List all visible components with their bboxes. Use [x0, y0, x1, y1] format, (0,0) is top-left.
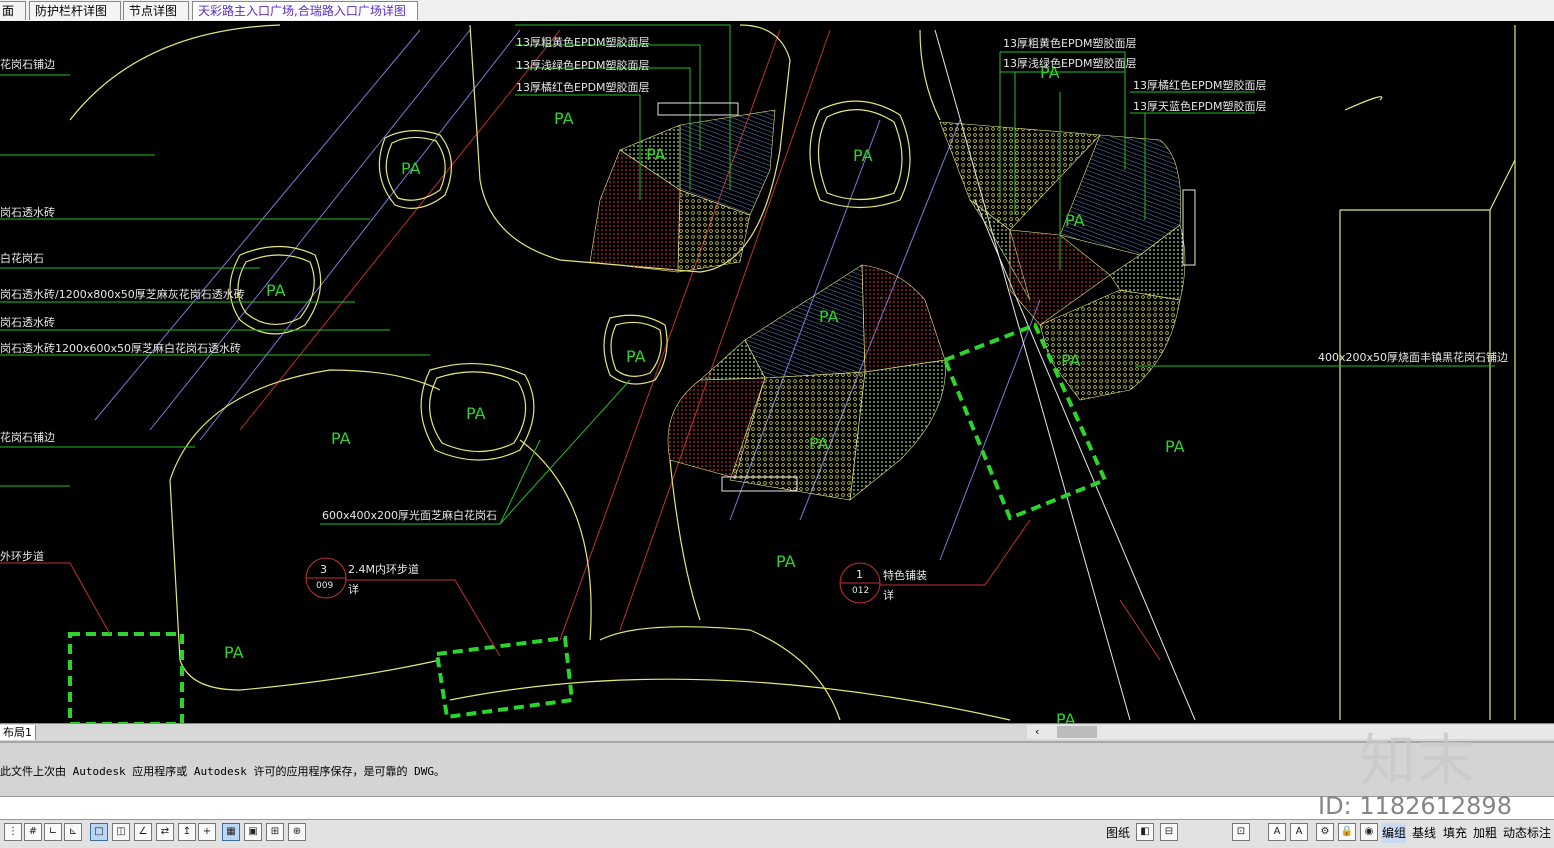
detail-2-title: 特色铺装 [883, 569, 927, 582]
maximize-viewport-icon[interactable]: ⊟ [1160, 823, 1178, 841]
pa-label-8: PA [819, 307, 839, 326]
file-tab-bar: 面图 防护栏杆详图 节点详图 天彩路主入口广场,合瑞路入口广场详图 [0, 0, 1554, 37]
left-label-4: 岗石透水砖/1200x800x50厚芝麻灰花岗石透水砖 [0, 288, 245, 301]
epdm-label-red: 13厚橘红色EPDM塑胶面层 [516, 81, 650, 94]
epdm-label-r-red: 13厚橘红色EPDM塑胶面层 [1133, 79, 1267, 92]
pa-label-12: PA [331, 429, 351, 448]
epdm-label-r-green: 13厚浅绿色EPDM塑胶面层 [1003, 57, 1137, 70]
snap-icon[interactable]: ∟ [44, 823, 62, 841]
grid-icon[interactable]: # [24, 823, 42, 841]
scroll-left-icon[interactable]: ‹ [1035, 725, 1039, 739]
pa-label-11: PA [466, 404, 486, 423]
epdm-label-green: 13厚浅绿色EPDM塑胶面层 [516, 59, 650, 72]
detail-2-sheet: 012 [852, 586, 870, 596]
pa-label-16: PA [224, 643, 244, 662]
angle-icon[interactable]: ∠ [134, 823, 152, 841]
epdm-area-1 [589, 109, 776, 273]
tab-guardrail-detail[interactable]: 防护栏杆详图 [29, 1, 121, 20]
lock-ui-icon[interactable]: 🔒 [1338, 823, 1356, 841]
command-history-line: 此文件上次由 Autodesk 应用程序或 Autodesk 许可的应用程序保存… [0, 765, 445, 778]
watermark-id: ID: 1182612898 [1318, 792, 1512, 820]
pa-label-6: PA [1065, 211, 1085, 230]
annotation-scale-icon[interactable]: ⊡ [1232, 823, 1250, 841]
detail-1-sheet: 009 [316, 581, 334, 591]
edit-group-toggle[interactable]: 编组 [1382, 823, 1407, 843]
annotation-visibility-icon[interactable]: A [1268, 823, 1286, 841]
pa-label-10: PA [1061, 351, 1081, 370]
infer-icon[interactable]: ⋮ [4, 823, 22, 841]
dyn-icon[interactable]: + [198, 823, 216, 841]
tab-node-detail[interactable]: 节点详图 [123, 1, 189, 20]
paper-space-toggle[interactable]: 图纸 [1106, 823, 1130, 843]
pa-label-9: PA [626, 347, 646, 366]
tab-plaza-detail[interactable]: 天彩路主入口广场,合瑞路入口广场详图 [192, 1, 418, 20]
layout-tab-bar: 布局1 ‹ [0, 723, 1554, 741]
bold-toggle[interactable]: 加粗 [1473, 823, 1497, 843]
left-label-8: 外环步道 [0, 550, 44, 563]
scroll-thumb[interactable] [1057, 726, 1097, 738]
pa-label-13: PA [809, 434, 829, 453]
left-label-5: 岗石透水砖 [0, 316, 55, 329]
left-label-2: 岗石透水砖 [0, 206, 55, 219]
epdm-label-r-blue: 13厚天蓝色EPDM塑胶面层 [1133, 100, 1267, 113]
drawing-canvas[interactable]: PA PA PA PA PA PA PA PA PA PA PA PA PA P… [0, 21, 1554, 723]
detail-1-title: 2.4M内环步道 [348, 563, 419, 576]
watermark-logo: 知末 [1360, 729, 1476, 794]
workspace-gear-icon[interactable]: ⚙ [1316, 823, 1334, 841]
dynamic-dimension-toggle[interactable]: 动态标注 [1503, 823, 1551, 843]
annotation-monitor-icon[interactable]: ⊕ [288, 823, 306, 841]
detail-1-sub: 详 [348, 583, 359, 596]
selection-cycling-icon[interactable]: ⊞ [266, 823, 284, 841]
ortho-icon[interactable]: ⊾ [64, 823, 82, 841]
pa-label-14: PA [1165, 437, 1185, 456]
epdm-label-r-yellow: 13厚粗黄色EPDM塑胶面层 [1003, 37, 1137, 50]
ducs-icon[interactable]: ↥ [178, 823, 196, 841]
left-label-3: 白花岗石 [0, 252, 44, 265]
pa-label-3: PA [646, 145, 666, 164]
tab-plan[interactable]: 面图 [0, 1, 26, 37]
epdm-area-2 [667, 264, 946, 501]
auto-scale-icon[interactable]: A [1290, 823, 1308, 841]
viewport-lock-icon[interactable]: ◧ [1136, 823, 1154, 841]
tab-layout1[interactable]: 布局1 [0, 725, 36, 740]
epdm-label-yellow: 13厚粗黄色EPDM塑胶面层 [516, 36, 650, 49]
detail-boxes [68, 322, 1108, 723]
left-label-1: 花岗石铺边 [0, 58, 55, 71]
pa-label-7: PA [266, 281, 286, 300]
osnap-icon[interactable]: ◫ [112, 823, 130, 841]
fill-toggle[interactable]: 填充 [1443, 823, 1467, 843]
polar-icon[interactable]: □ [90, 823, 108, 841]
detail-2-sub: 详 [883, 589, 894, 602]
pa-label-15: PA [776, 552, 796, 571]
lineweight-icon[interactable]: ▦ [222, 823, 240, 841]
otrack-icon[interactable]: ⇄ [156, 823, 174, 841]
detail-1-number: 3 [320, 563, 327, 576]
stone-label: 600x400x200厚光面芝麻白花岗石 [322, 509, 498, 522]
isolate-objects-icon[interactable]: ◉ [1360, 823, 1378, 841]
transparency-icon[interactable]: ▣ [244, 823, 262, 841]
pa-label-4: PA [853, 146, 873, 165]
detail-2-number: 1 [856, 568, 863, 581]
paving-edge-label: 400x200x50厚烧面丰镇黑花岗石铺边 [1318, 351, 1509, 364]
baseline-toggle[interactable]: 基线 [1412, 823, 1436, 843]
left-label-6: 岗石透水砖1200x600x50厚芝麻白花岗石透水砖 [0, 342, 242, 355]
pa-label-2: PA [401, 159, 421, 178]
left-label-7: 花岗石铺边 [0, 431, 55, 444]
pa-label-17: PA [1056, 710, 1076, 723]
pa-label-1: PA [554, 109, 574, 128]
status-bar: ⋮ # ∟ ⊾ □ ◫ ∠ ⇄ ↥ + ▦ ▣ ⊞ ⊕ 图纸 ◧ ⊟ ⊡ A A… [0, 819, 1554, 848]
cad-drawing [0, 24, 1516, 723]
